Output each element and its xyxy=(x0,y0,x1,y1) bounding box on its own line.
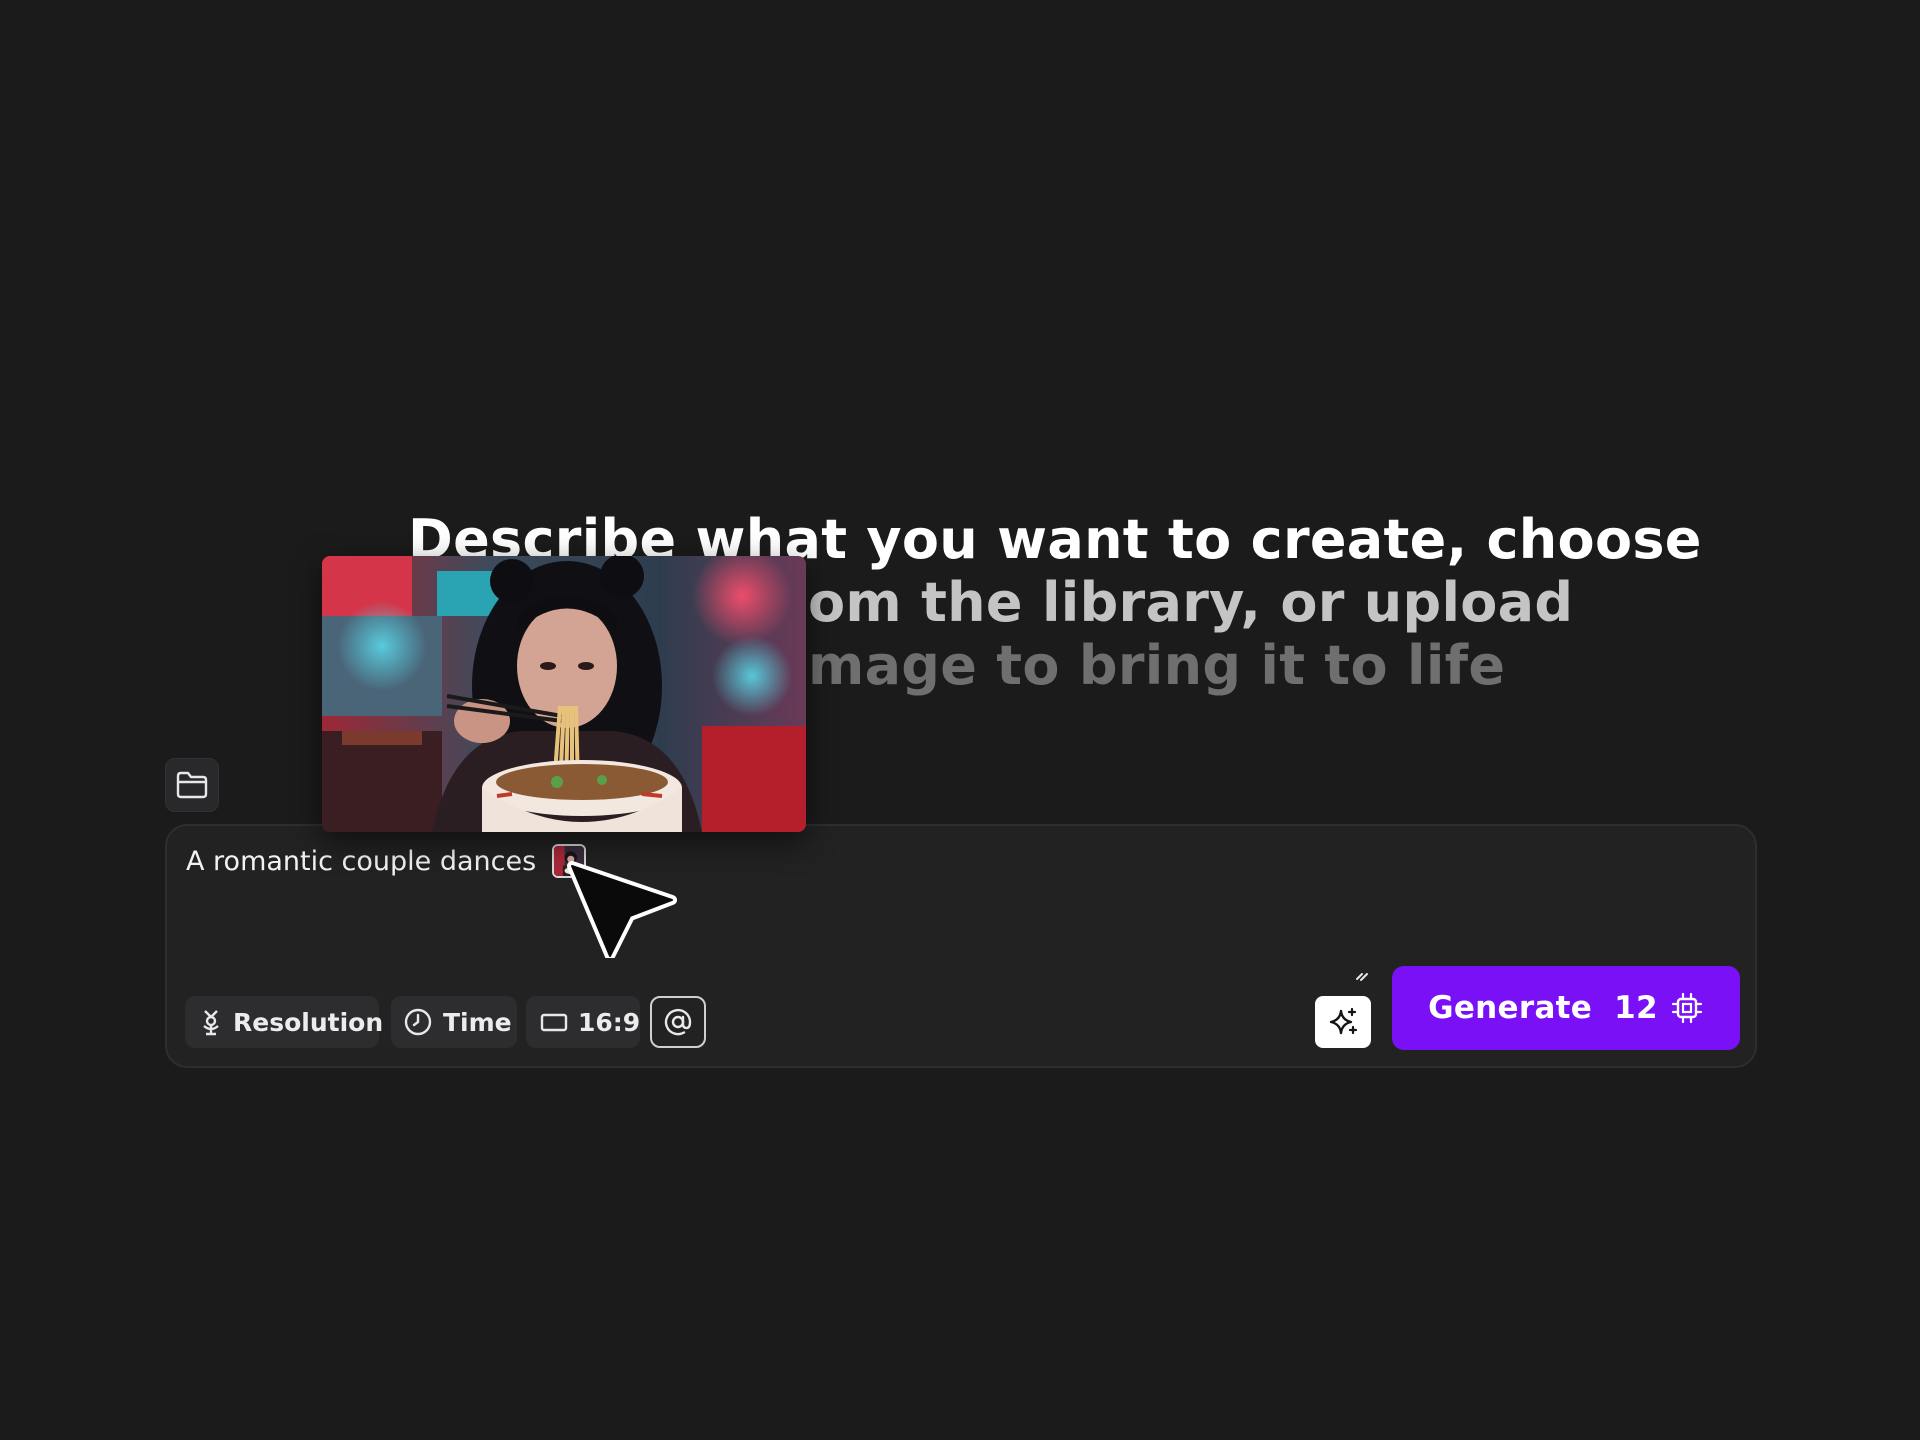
time-label: Time xyxy=(443,1007,512,1037)
prompt-input[interactable]: A romantic couple dances xyxy=(186,844,587,878)
enhance-hint-icon xyxy=(1356,973,1368,981)
resolution-icon xyxy=(199,1008,223,1036)
aspect-ratio-icon xyxy=(540,1011,568,1033)
prompt-text: A romantic couple dances xyxy=(186,845,537,877)
dragged-image-preview[interactable] xyxy=(322,556,806,832)
sparkles-icon xyxy=(1329,1007,1358,1035)
aspect-ratio-button[interactable]: 16:9 xyxy=(526,996,640,1048)
folder-icon xyxy=(176,771,208,799)
mouse-cursor-icon xyxy=(567,861,677,958)
mention-button[interactable] xyxy=(650,996,706,1048)
prompt-panel: A romantic couple dances Resolution Time… xyxy=(165,824,1757,1068)
video-creation-screen: Describe what you want to create, choose… xyxy=(0,0,1920,1440)
resolution-button[interactable]: Resolution xyxy=(185,996,383,1048)
aspect-ratio-label: 16:9 xyxy=(578,1007,641,1037)
generate-cost: 12 xyxy=(1614,990,1658,1026)
resolution-label: Resolution xyxy=(233,1007,384,1037)
generate-label: Generate xyxy=(1428,990,1593,1026)
clock-icon xyxy=(403,1007,433,1037)
generate-button[interactable]: Generate 12 xyxy=(1392,966,1740,1050)
enhance-prompt-button[interactable] xyxy=(1315,996,1371,1048)
at-icon xyxy=(664,1008,692,1036)
chip-icon xyxy=(1670,991,1704,1025)
library-button[interactable] xyxy=(165,758,219,812)
time-button[interactable]: Time xyxy=(391,996,517,1048)
